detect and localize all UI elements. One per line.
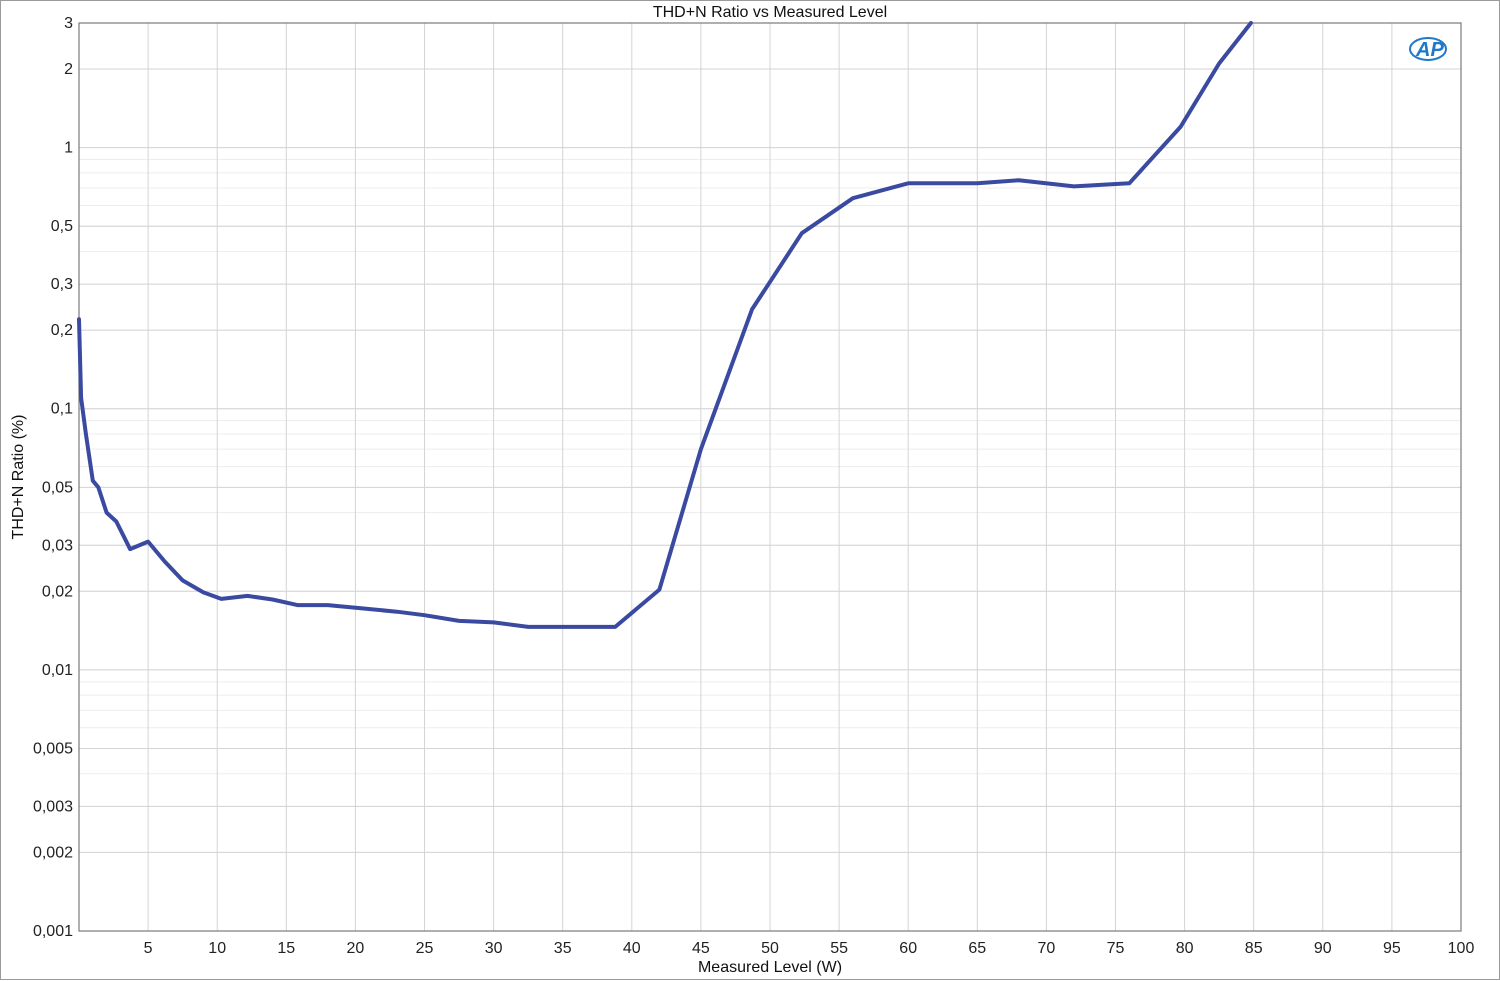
x-tick-label: 10 — [208, 940, 226, 957]
y-tick-label: 0,3 — [51, 276, 73, 293]
x-tick-label: 85 — [1245, 940, 1263, 957]
y-tick-label: 0,5 — [51, 218, 73, 235]
x-tick-label: 35 — [554, 940, 572, 957]
chart-title: THD+N Ratio vs Measured Level — [653, 4, 887, 21]
y-tick-label: 0,02 — [42, 583, 73, 600]
x-tick-labels: 5 10 15 20 25 30 35 40 45 50 55 60 65 70 75 80 85 90 95 100 — [144, 940, 1475, 957]
x-tick-label: 40 — [623, 940, 641, 957]
ap-logo: AP — [1409, 37, 1447, 61]
x-tick-label: 55 — [830, 940, 848, 957]
x-tick-label: 30 — [485, 940, 503, 957]
x-axis-label: Measured Level (W) — [698, 959, 842, 976]
x-tick-label: 20 — [347, 940, 365, 957]
x-tick-label: 50 — [761, 940, 779, 957]
y-tick-label: 1 — [64, 140, 73, 157]
y-tick-labels: 3 2 1 0,5 0,3 0,2 0,1 0,05 0,03 0,02 0,01 0,005 0,00… — [33, 15, 73, 940]
grid-major-layer — [79, 22, 1462, 932]
chart-svg: 5 10 15 20 25 30 35 40 45 50 55 60 65 70 75 80 85 90 95 100… — [10, 4, 1475, 976]
x-tick-label: 95 — [1383, 940, 1401, 957]
x-tick-label: 5 — [144, 940, 153, 957]
y-tick-label: 2 — [64, 61, 73, 78]
y-tick-label: 0,002 — [33, 844, 73, 861]
y-tick-label: 0,03 — [42, 537, 73, 554]
x-tick-label: 80 — [1176, 940, 1194, 957]
y-tick-label: 0,05 — [42, 479, 73, 496]
y-tick-label: 0,003 — [33, 798, 73, 815]
y-tick-label: 0,01 — [42, 662, 73, 679]
x-tick-label: 70 — [1038, 940, 1056, 957]
x-tick-label: 45 — [692, 940, 710, 957]
ap-logo-text: AP — [1415, 39, 1444, 61]
y-tick-label: 0,001 — [33, 923, 73, 940]
y-tick-label: 0,005 — [33, 740, 73, 757]
y-tick-label: 0,1 — [51, 401, 73, 418]
x-tick-label: 100 — [1448, 940, 1475, 957]
x-tick-label: 75 — [1107, 940, 1125, 957]
x-tick-label: 25 — [416, 940, 434, 957]
y-axis-label: THD+N Ratio (%) — [10, 415, 27, 540]
x-tick-label: 15 — [277, 940, 295, 957]
series-layer — [77, 21, 1253, 629]
series-line-thd-n — [77, 21, 1253, 629]
y-tick-label: 3 — [64, 15, 73, 32]
chart-frame: 5 10 15 20 25 30 35 40 45 50 55 60 65 70 75 80 85 90 95 100… — [0, 0, 1500, 980]
x-tick-label: 60 — [899, 940, 917, 957]
x-tick-label: 90 — [1314, 940, 1332, 957]
y-tick-label: 0,2 — [51, 322, 73, 339]
x-tick-label: 65 — [968, 940, 986, 957]
